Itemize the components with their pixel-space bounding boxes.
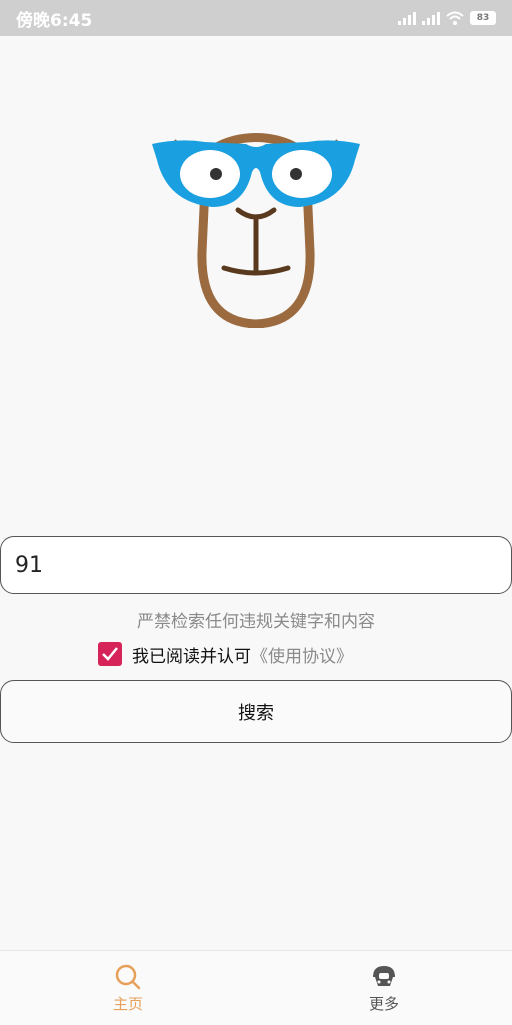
signal-hd-icon — [422, 11, 440, 25]
search-button[interactable]: 搜索 — [0, 680, 512, 743]
wifi-icon — [446, 11, 464, 25]
search-icon — [115, 964, 141, 989]
status-icons: 83 — [398, 11, 496, 25]
terms-link[interactable]: 《使用协议》 — [251, 647, 353, 667]
nav-more[interactable]: 更多 — [256, 951, 512, 1025]
warning-text: 严禁检索任何违规关键字和内容 — [137, 612, 375, 632]
status-bar: 傍晚6:45 83 — [0, 0, 512, 36]
agreement-row: 我已阅读并认可《使用协议》 — [98, 641, 353, 667]
status-time: 傍晚6:45 — [16, 10, 93, 31]
nav-home[interactable]: 主页 — [0, 951, 256, 1025]
nav-home-label: 主页 — [112, 994, 143, 1013]
search-input[interactable] — [13, 551, 511, 579]
agreement-text: 我已阅读并认可 — [132, 646, 251, 667]
nav-more-label: 更多 — [368, 994, 399, 1013]
bottom-nav: 主页 更多 — [0, 950, 512, 1025]
monkey-logo — [152, 133, 360, 328]
search-field[interactable] — [0, 536, 512, 594]
battery-icon: 83 — [470, 11, 496, 25]
checkmark-icon — [102, 647, 118, 661]
signal-icon — [398, 11, 416, 25]
train-icon — [373, 965, 395, 986]
agreement-checkbox[interactable] — [98, 642, 122, 666]
